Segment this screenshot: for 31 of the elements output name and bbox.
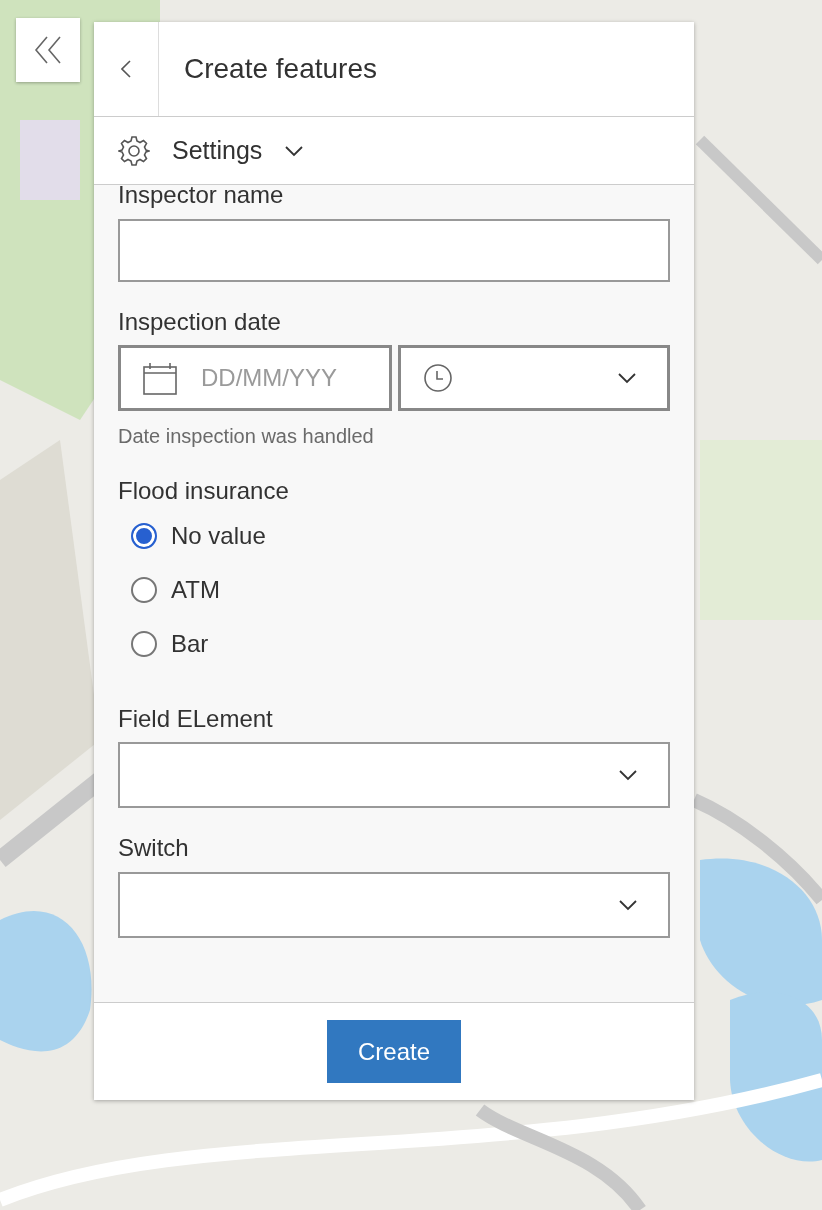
radio-button[interactable] <box>131 576 157 603</box>
chevron-icon <box>618 769 638 782</box>
calendar-icon <box>143 361 177 396</box>
field-label: Inspection date <box>118 307 282 336</box>
radio-label[interactable]: No value <box>171 517 266 554</box>
date-placeholder: DD/MM/YYY <box>201 363 337 394</box>
create-button[interactable]: Create <box>327 1020 461 1083</box>
chevron-icon <box>618 898 638 911</box>
double-chevron-icon <box>33 35 63 65</box>
clock-icon <box>423 363 453 394</box>
field-label: Flood insurance <box>118 477 290 505</box>
field-label: Field ELement <box>118 704 274 733</box>
hint-text: Date inspection was handled <box>118 424 375 450</box>
text-field[interactable] <box>118 218 670 282</box>
panel-title: Create features <box>183 52 377 86</box>
radio-button[interactable] <box>131 522 157 549</box>
radio-button[interactable] <box>131 630 157 657</box>
radio-label[interactable]: ATM <box>171 571 220 608</box>
chevron-icon <box>284 144 305 157</box>
settings-icon <box>118 134 150 167</box>
chevron-icon <box>617 372 637 385</box>
select-field[interactable] <box>118 742 670 809</box>
back-icon <box>121 60 131 78</box>
select-field[interactable] <box>118 871 670 938</box>
settings-toggle[interactable]: Settings <box>94 117 694 185</box>
field-label: Inspector name <box>118 185 285 209</box>
collapse-button[interactable] <box>16 18 80 82</box>
radio-label[interactable]: Bar <box>171 625 209 662</box>
settings-label: Settings <box>172 134 263 166</box>
time-field[interactable] <box>398 345 670 412</box>
field-label: Switch <box>118 834 190 862</box>
